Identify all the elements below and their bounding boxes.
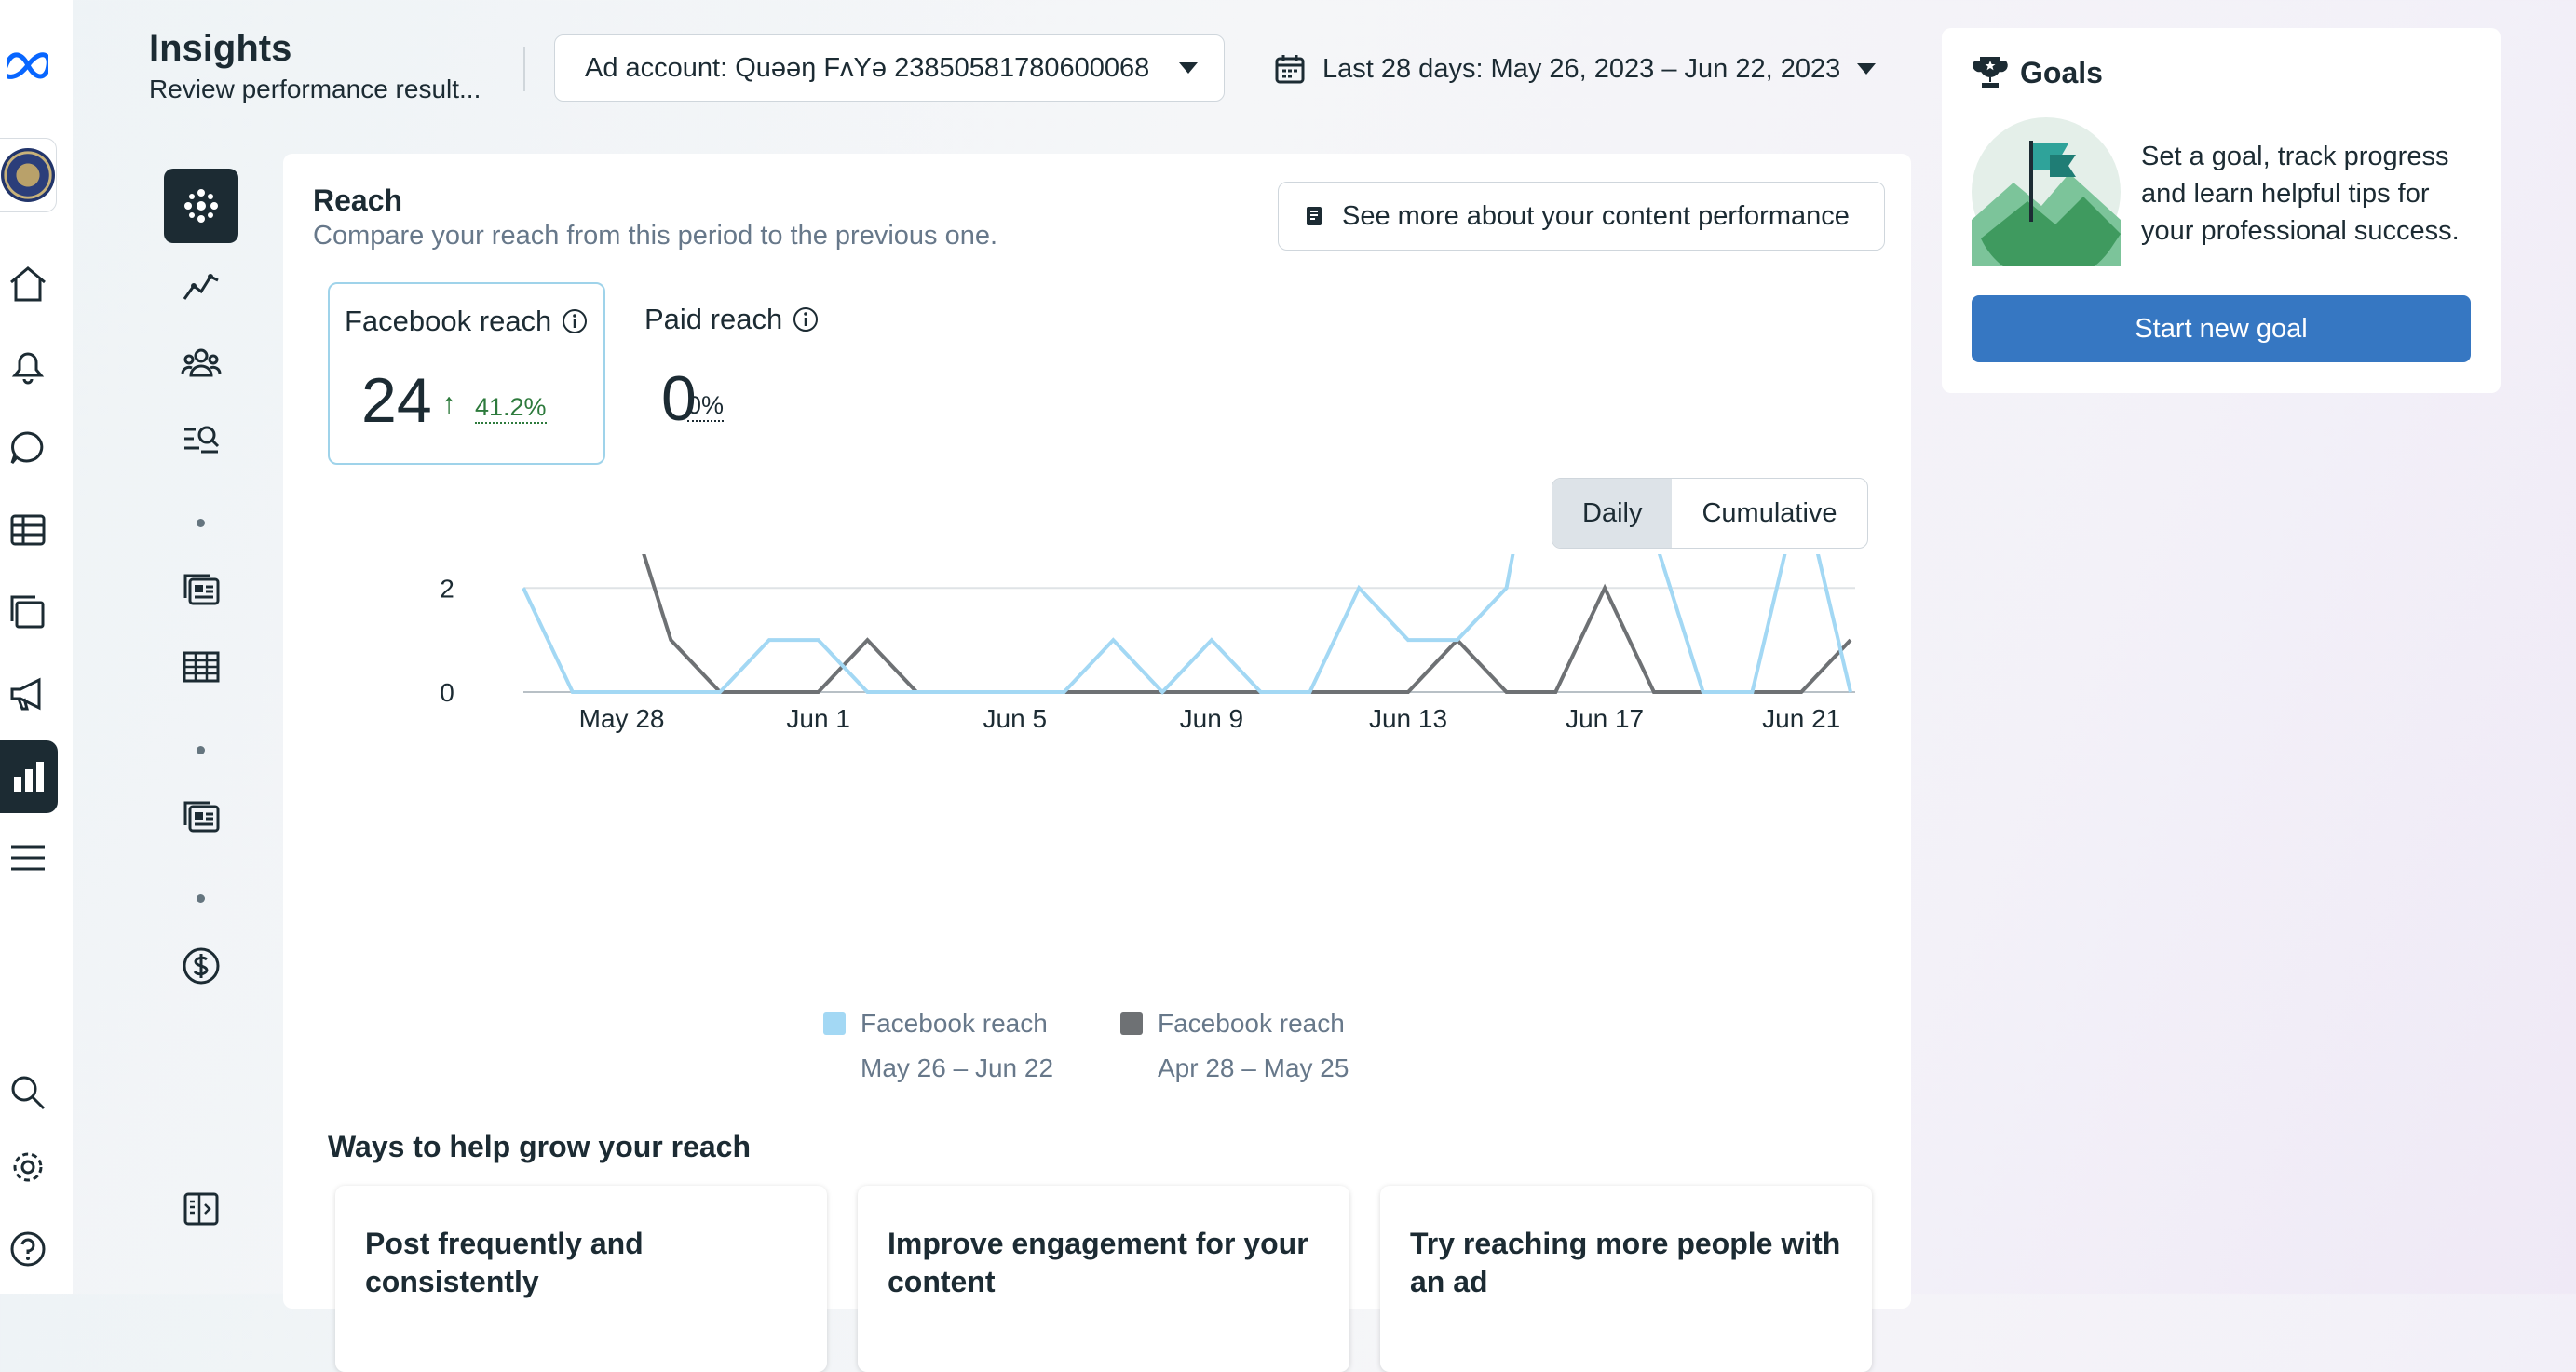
see-more-label: See more about your content performance: [1342, 200, 1850, 231]
y-tick-label: 2: [440, 574, 454, 603]
content-search-nav-icon[interactable]: [164, 401, 238, 476]
settings-gear-icon[interactable]: [0, 1139, 56, 1195]
overview-nav-icon[interactable]: [164, 169, 238, 243]
legend-previous-period[interactable]: Facebook reach Apr 28 – May 25: [1120, 1001, 1349, 1091]
series-line-current-period: [522, 554, 1852, 695]
facebook-reach-delta[interactable]: 41.2%: [475, 393, 547, 424]
trends-nav-icon[interactable]: [164, 249, 238, 323]
chevron-down-icon: [1857, 63, 1877, 75]
facebook-reach-label: Facebook reach: [345, 305, 589, 338]
paid-reach-tab[interactable]: Paid reach 0 0%: [630, 282, 853, 465]
nav-separator-dot: [197, 519, 205, 527]
goals-title: Goals: [2020, 55, 2103, 89]
posts-stack-icon[interactable]: [0, 584, 56, 640]
document-icon: [1307, 207, 1322, 225]
x-tick-label: Jun 17: [1566, 704, 1644, 733]
date-range-selector[interactable]: Last 28 days: May 26, 2023 – Jun 22, 202…: [1274, 41, 1877, 97]
calendar-icon: [1275, 55, 1305, 84]
ads-content-nav-icon[interactable]: [164, 781, 238, 855]
reach-line-chart: 0246May 28Jun 1Jun 5Jun 9Jun 13Jun 17Jun…: [440, 554, 1855, 733]
legend-previous-range: Apr 28 – May 25: [1158, 1053, 1349, 1082]
start-new-goal-button[interactable]: Start new goal: [1972, 295, 2471, 362]
goal-flag-illustration: [1972, 117, 2121, 266]
insights-chart-icon[interactable]: [0, 740, 58, 813]
tip-title: Post frequently and consistently: [365, 1227, 644, 1298]
info-icon[interactable]: [561, 307, 589, 335]
nav-separator-dot: [197, 746, 205, 754]
audience-nav-icon[interactable]: [164, 325, 238, 400]
x-tick-label: Jun 21: [1762, 704, 1840, 733]
facebook-reach-value: 24: [361, 365, 432, 436]
trophy-icon: [1973, 57, 2008, 88]
x-tick-label: May 28: [579, 704, 665, 733]
menu-hamburger-icon[interactable]: [0, 830, 56, 886]
chevron-down-icon: [1179, 62, 1198, 74]
paid-reach-delta[interactable]: 0%: [687, 391, 725, 422]
page-subtitle: Review performance result...: [149, 75, 481, 103]
reach-title: Reach: [313, 183, 403, 217]
legend-current-period[interactable]: Facebook reach May 26 – Jun 22: [823, 1001, 1053, 1091]
ad-account-selector[interactable]: Ad account: Quəəŋ FʌYə 23850581780600068: [554, 34, 1225, 102]
reach-card: Reach Compare your reach from this perio…: [283, 154, 1911, 1372]
content-table-icon[interactable]: [0, 502, 56, 558]
x-tick-label: Jun 5: [983, 704, 1048, 733]
legend-current-name: Facebook reach: [861, 1009, 1048, 1038]
y-tick-label: 0: [440, 678, 454, 707]
series-line-previous-period: [642, 554, 1852, 694]
legend-swatch: [823, 1012, 846, 1035]
legend-swatch: [1120, 1012, 1143, 1035]
meta-logo-icon[interactable]: [0, 37, 56, 93]
collapse-panel-icon[interactable]: [164, 1172, 238, 1246]
messages-icon[interactable]: [0, 420, 56, 476]
search-icon[interactable]: [0, 1065, 56, 1121]
page-profile-avatar[interactable]: [0, 138, 57, 212]
tip-card-post-frequently[interactable]: Post frequently and consistently: [335, 1186, 827, 1372]
facebook-reach-tab[interactable]: Facebook reach 24 ↑ 41.2%: [328, 282, 605, 465]
help-icon[interactable]: [0, 1221, 56, 1277]
page-title: Insights: [149, 28, 292, 69]
daily-cumulative-toggle: Daily Cumulative: [1552, 478, 1868, 549]
arrow-up-icon: ↑: [441, 387, 456, 420]
goals-heading: Goals: [1972, 54, 2103, 91]
grow-reach-title: Ways to help grow your reach: [328, 1130, 752, 1163]
cumulative-option[interactable]: Cumulative: [1672, 479, 1866, 548]
table-nav-icon[interactable]: [164, 630, 238, 704]
legend-previous-name: Facebook reach: [1158, 1009, 1345, 1038]
home-icon[interactable]: [0, 256, 56, 312]
tip-card-try-ad[interactable]: Try reaching more people with an ad: [1380, 1186, 1872, 1372]
x-tick-label: Jun 1: [786, 704, 850, 733]
x-tick-label: Jun 9: [1180, 704, 1244, 733]
info-icon[interactable]: [792, 306, 820, 333]
notifications-bell-icon[interactable]: [0, 338, 56, 394]
legend-current-range: May 26 – Jun 22: [861, 1053, 1054, 1082]
tip-title: Improve engagement for your content: [888, 1227, 1308, 1298]
tip-card-improve-engagement[interactable]: Improve engagement for your content: [858, 1186, 1349, 1372]
paid-reach-label: Paid reach: [644, 303, 820, 336]
goals-description: Set a goal, track progress and learn hel…: [2141, 142, 2460, 246]
content-nav-icon[interactable]: [164, 553, 238, 628]
ad-account-label: Ad account: Quəəŋ FʌYə 23850581780600068: [585, 52, 1150, 83]
ads-megaphone-icon[interactable]: [0, 666, 56, 722]
daily-option[interactable]: Daily: [1552, 479, 1673, 548]
x-tick-label: Jun 13: [1369, 704, 1447, 733]
see-more-content-button[interactable]: See more about your content performance: [1278, 182, 1885, 251]
goals-card: Goals Set a goal, track progress and lea…: [1942, 28, 2501, 393]
header-divider: [523, 47, 525, 91]
tip-title: Try reaching more people with an ad: [1410, 1227, 1841, 1298]
nav-separator-dot: [197, 894, 205, 903]
reach-subtitle: Compare your reach from this period to t…: [313, 221, 998, 251]
global-nav-rail: [0, 0, 73, 1294]
date-range-label: Last 28 days: May 26, 2023 – Jun 22, 202…: [1322, 53, 1841, 84]
monetization-dollar-icon[interactable]: [164, 929, 238, 1003]
